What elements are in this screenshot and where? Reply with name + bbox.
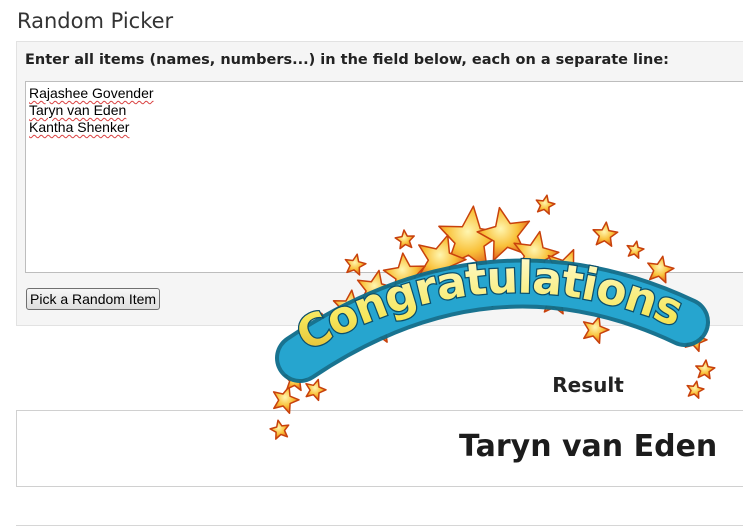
item-line: Taryn van Eden [29,102,127,118]
star-icon [686,380,705,399]
pick-random-item-button[interactable]: Pick a Random Item [26,288,161,310]
item-line: Kantha Shenker [29,119,130,135]
instructions-text: Enter all items (names, numbers...) in t… [25,52,669,68]
star-icon [283,367,308,392]
items-textarea[interactable]: Rajashee Govender Taryn van Eden Kantha … [25,81,743,273]
star-icon [286,334,316,365]
result-box: Taryn van Eden [16,410,743,487]
picker-panel: Enter all items (names, numbers...) in t… [16,41,743,326]
result-heading: Result [552,373,624,397]
star-icon [695,359,716,380]
star-icon [305,378,327,402]
result-value: Taryn van Eden [459,429,718,464]
star-icon [684,327,708,353]
page-title: Random Picker [17,9,174,33]
item-line: Rajashee Govender [29,85,154,101]
bottom-divider [16,525,743,526]
